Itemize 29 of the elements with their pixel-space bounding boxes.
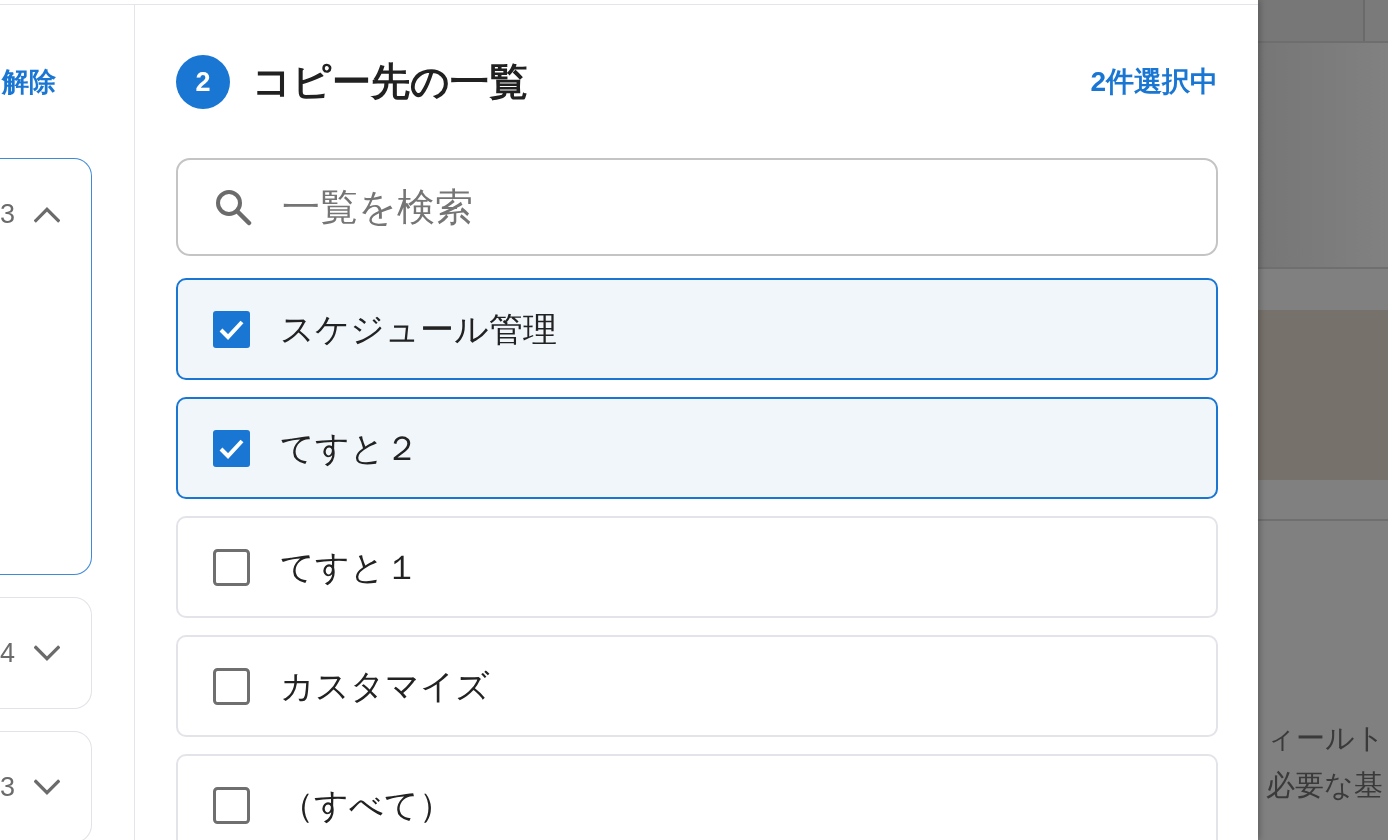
checkbox[interactable] (213, 310, 250, 348)
group-count: 3 (0, 197, 16, 231)
option-label: カスタマイズ (280, 665, 490, 707)
option-label: スケジュール管理 (280, 308, 557, 350)
group-count: 4 (0, 636, 16, 670)
panel-title: コピー先の一覧 (252, 58, 528, 105)
background-text: 必要な基 (1266, 768, 1384, 803)
checkbox[interactable] (213, 667, 250, 705)
option-row[interactable]: カスタマイズ (176, 635, 1218, 737)
option-row[interactable]: （すべて） (176, 754, 1218, 840)
group-count: 3 (0, 770, 16, 804)
search-icon (214, 188, 252, 226)
checkbox[interactable] (213, 429, 250, 467)
option-row[interactable]: てすと１ (176, 516, 1218, 618)
chevron-up-icon[interactable] (34, 205, 60, 223)
background-text: ィールト (1266, 721, 1386, 756)
search-field[interactable]: 一覧を検索 (176, 158, 1218, 256)
selection-count: 2件選択中 (1090, 65, 1218, 99)
option-label: てすと１ (280, 546, 419, 588)
option-row[interactable]: スケジュール管理 (176, 278, 1218, 380)
chevron-down-icon[interactable] (34, 778, 60, 796)
checkbox[interactable] (213, 548, 250, 586)
step-badge: 2 (176, 55, 230, 109)
checkbox[interactable] (213, 786, 250, 824)
option-row[interactable]: てすと２ (176, 397, 1218, 499)
option-label: てすと２ (280, 427, 419, 469)
chevron-down-icon[interactable] (34, 644, 60, 662)
clear-link[interactable]: 解除 (2, 65, 56, 99)
option-label: （すべて） (280, 784, 453, 826)
